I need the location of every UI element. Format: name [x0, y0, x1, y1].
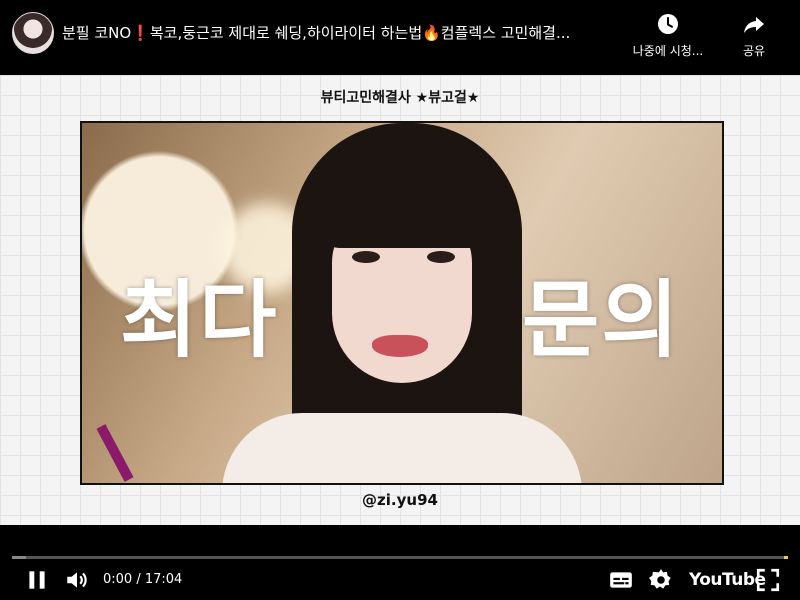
right-eye: [427, 251, 455, 263]
fullscreen-icon[interactable]: [755, 567, 781, 593]
progress-end-marker: [784, 556, 788, 559]
shirt-shape: [222, 413, 582, 483]
player-controls: 0:00 / 17:04 YouTube: [0, 525, 800, 600]
clock-icon: [658, 14, 678, 34]
video-banner-text: 뷰티고민해결사 ★뷰고걸★: [320, 90, 480, 106]
lips-shape: [372, 335, 428, 357]
captions-icon[interactable]: [608, 567, 634, 593]
channel-avatar[interactable]: [12, 12, 54, 54]
video-title[interactable]: 분필 코NO❗️복코,둥근코 제대로 쉐딩,하이라이터 하는법🔥컴플렉스 고민해…: [62, 22, 622, 43]
progress-bar[interactable]: [12, 556, 788, 559]
progress-buffer: [12, 556, 26, 559]
watch-later-button[interactable]: 나중에 시청...: [626, 12, 710, 59]
share-button[interactable]: 공유: [730, 12, 778, 59]
video-canvas[interactable]: 뷰티고민해결사 ★뷰고걸★ 최다 문의 @zi.yu94: [0, 75, 800, 525]
pause-icon[interactable]: [24, 567, 50, 593]
share-arrow-icon: [744, 17, 764, 33]
video-frame: 최다 문의: [80, 121, 724, 485]
watch-later-label: 나중에 시청...: [632, 44, 704, 58]
overlay-text-left: 최다: [120, 271, 279, 369]
share-label: 공유: [742, 44, 766, 58]
creator-handle: @zi.yu94: [362, 491, 438, 509]
time-display: 0:00 / 17:04: [103, 572, 183, 587]
volume-icon[interactable]: [64, 567, 90, 593]
makeup-wand: [96, 424, 134, 482]
overlay-text-right: 문의: [522, 271, 681, 369]
left-eye: [352, 251, 380, 263]
top-bar: 분필 코NO❗️복코,둥근코 제대로 쉐딩,하이라이터 하는법🔥컴플렉스 고민해…: [0, 0, 800, 75]
settings-icon[interactable]: [648, 567, 674, 593]
